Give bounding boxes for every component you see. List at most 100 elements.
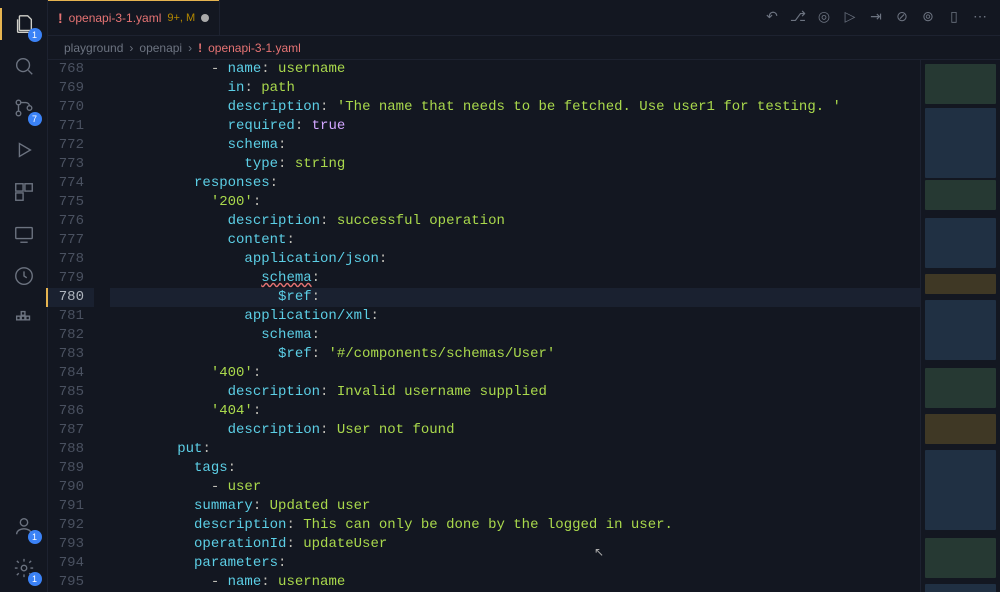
line-number: 773 xyxy=(48,155,94,174)
code-content[interactable]: - name: username in: path description: '… xyxy=(104,60,920,592)
code-line[interactable]: schema: xyxy=(110,136,920,155)
line-number: 790 xyxy=(48,478,94,497)
docker-icon[interactable] xyxy=(8,302,40,334)
code-line[interactable]: type: string xyxy=(110,155,920,174)
code-line[interactable]: application/xml: xyxy=(110,307,920,326)
minimap-region xyxy=(925,64,996,104)
code-line[interactable]: description: User not found xyxy=(110,421,920,440)
code-line[interactable]: - name: username xyxy=(110,573,920,592)
code-line[interactable]: description: successful operation xyxy=(110,212,920,231)
line-number: 778 xyxy=(48,250,94,269)
line-number: 793 xyxy=(48,535,94,554)
line-number: 786 xyxy=(48,402,94,421)
line-number: 783 xyxy=(48,345,94,364)
code-line[interactable]: put: xyxy=(110,440,920,459)
line-number: 776 xyxy=(48,212,94,231)
code-line[interactable]: summary: Updated user xyxy=(110,497,920,516)
editor[interactable]: 7687697707717727737747757767777787797807… xyxy=(48,60,1000,592)
git-graph-icon[interactable] xyxy=(8,260,40,292)
minimap-region xyxy=(925,274,996,294)
line-gutter: 7687697707717727737747757767777787797807… xyxy=(48,60,104,592)
code-line[interactable]: application/json: xyxy=(110,250,920,269)
run-icon[interactable]: ▷ xyxy=(840,8,860,28)
tab-active[interactable]: ! openapi-3-1.yaml 9+, M xyxy=(48,0,220,35)
code-line[interactable]: operationId: updateUser xyxy=(110,535,920,554)
minimap-region xyxy=(925,108,996,178)
more-icon[interactable]: ⋯ xyxy=(970,8,990,28)
extensions-icon[interactable] xyxy=(8,176,40,208)
code-line[interactable]: '400': xyxy=(110,364,920,383)
line-number: 775 xyxy=(48,193,94,212)
code-line[interactable]: content: xyxy=(110,231,920,250)
breadcrumb-item[interactable]: openapi-3-1.yaml xyxy=(208,41,301,55)
tab-name: openapi-3-1.yaml xyxy=(69,11,162,25)
line-number: 770 xyxy=(48,98,94,117)
code-line[interactable]: '200': xyxy=(110,193,920,212)
breadcrumb: playground › openapi ›! openapi-3-1.yaml xyxy=(48,36,1000,60)
line-number: 791 xyxy=(48,497,94,516)
line-number: 781 xyxy=(48,307,94,326)
code-line[interactable]: parameters: xyxy=(110,554,920,573)
line-number: 794 xyxy=(48,554,94,573)
badge: 1 xyxy=(28,530,42,544)
line-number: 780 xyxy=(46,288,94,307)
line-number: 777 xyxy=(48,231,94,250)
line-number: 772 xyxy=(48,136,94,155)
accounts-icon[interactable]: 1 xyxy=(8,510,40,542)
badge: 1 xyxy=(28,572,42,586)
minimap[interactable] xyxy=(920,60,1000,592)
breadcrumb-item[interactable]: playground xyxy=(64,41,123,55)
line-number: 768 xyxy=(48,60,94,79)
tab-actions: ↶ ⎇ ◎ ▷ ⇥ ⊘ ⊚ ▯ ⋯ xyxy=(752,0,1000,35)
line-number: 782 xyxy=(48,326,94,345)
mouse-cursor-icon: ↖ xyxy=(594,545,604,560)
minimap-region xyxy=(925,218,996,268)
split-right-icon[interactable]: ⇥ xyxy=(866,8,886,28)
code-line[interactable]: schema: xyxy=(110,269,920,288)
line-number: 795 xyxy=(48,573,94,592)
minimap-region xyxy=(925,180,996,210)
breadcrumb-item[interactable]: openapi xyxy=(139,41,182,55)
minimap-region xyxy=(925,450,996,530)
run-debug-icon[interactable] xyxy=(8,134,40,166)
line-number: 789 xyxy=(48,459,94,478)
error-icon: ! xyxy=(58,10,63,26)
line-number: 779 xyxy=(48,269,94,288)
action1-icon[interactable]: ⊘ xyxy=(892,8,912,28)
source-control-icon[interactable]: 7 xyxy=(8,92,40,124)
line-number: 785 xyxy=(48,383,94,402)
line-number: 771 xyxy=(48,117,94,136)
code-line[interactable]: description: This can only be done by th… xyxy=(110,516,920,535)
minimap-region xyxy=(925,414,996,444)
search-icon[interactable] xyxy=(8,50,40,82)
error-icon: ! xyxy=(198,41,202,55)
chevron-right-icon: › xyxy=(129,41,133,55)
chevron-right-icon: › xyxy=(188,41,192,55)
code-line[interactable]: schema: xyxy=(110,326,920,345)
code-line[interactable]: tags: xyxy=(110,459,920,478)
tab-dirty-dot-icon[interactable] xyxy=(201,14,209,22)
action2-icon[interactable]: ⊚ xyxy=(918,8,938,28)
code-line[interactable]: - name: username xyxy=(110,60,920,79)
code-line[interactable]: in: path xyxy=(110,79,920,98)
code-line[interactable]: responses: xyxy=(110,174,920,193)
go-back-icon[interactable]: ↶ xyxy=(762,8,782,28)
code-line[interactable]: $ref: xyxy=(110,288,920,307)
code-line[interactable]: $ref: '#/components/schemas/User' xyxy=(110,345,920,364)
code-line[interactable]: '404': xyxy=(110,402,920,421)
preview-icon[interactable]: ◎ xyxy=(814,8,834,28)
files-icon[interactable]: 1 xyxy=(8,8,40,40)
manage-gear-icon[interactable]: 1 xyxy=(8,552,40,584)
remote-explorer-icon[interactable] xyxy=(8,218,40,250)
tab-git-status: 9+, M xyxy=(167,12,195,24)
code-line[interactable]: required: true xyxy=(110,117,920,136)
line-number: 784 xyxy=(48,364,94,383)
code-line[interactable]: - user xyxy=(110,478,920,497)
code-line[interactable]: description: 'The name that needs to be … xyxy=(110,98,920,117)
line-number: 788 xyxy=(48,440,94,459)
line-number: 774 xyxy=(48,174,94,193)
minimap-region xyxy=(925,300,996,360)
toggle-layout-icon[interactable]: ▯ xyxy=(944,8,964,28)
code-line[interactable]: description: Invalid username supplied xyxy=(110,383,920,402)
open-changes-icon[interactable]: ⎇ xyxy=(788,8,808,28)
